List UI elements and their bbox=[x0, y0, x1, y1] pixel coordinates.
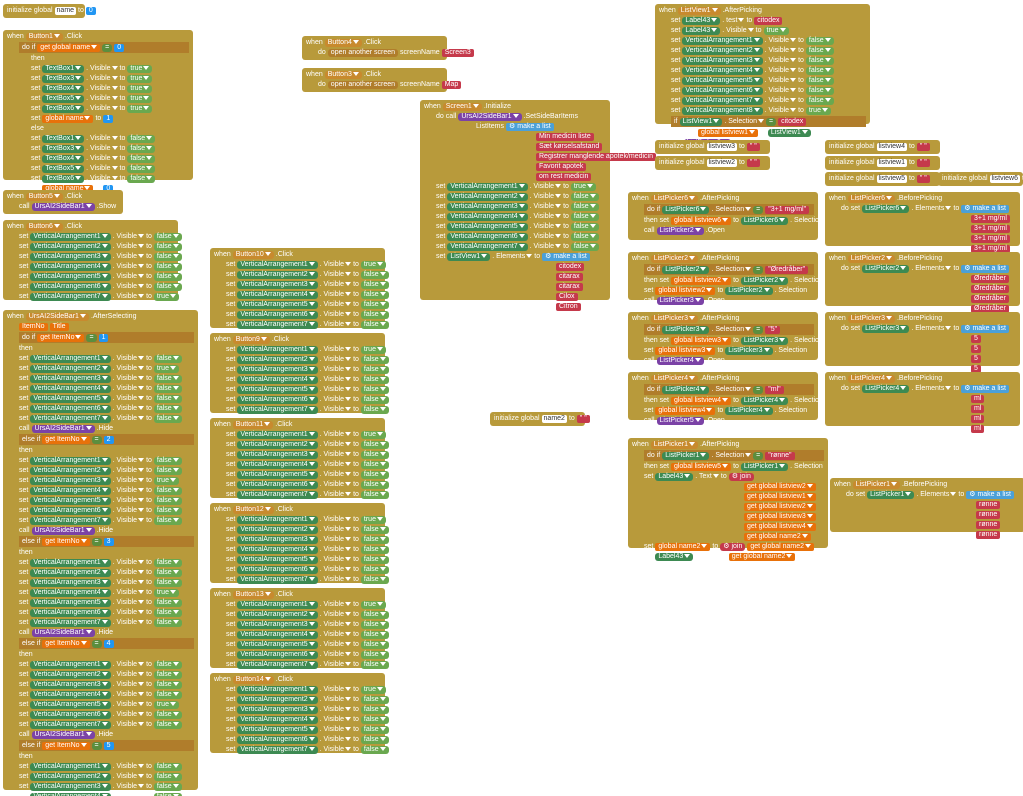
event-Button11-click: whenButton11.Click bbox=[214, 420, 381, 429]
event-ListPicker3-before[interactable]: whenListPicker3.BeforePickingdo setListP… bbox=[825, 312, 1020, 366]
event-ListPicker6-after[interactable]: whenListPicker6.AfterPickingdo ifListPic… bbox=[628, 192, 818, 240]
event-ListPicker1-before[interactable]: whenListPicker1.BeforePickingdo setListP… bbox=[830, 478, 1023, 532]
init-global-listview3: initialize globallistview3to" " bbox=[659, 142, 766, 151]
event-ListPicker2-after[interactable]: whenListPicker2.AfterPickingdo ifListPic… bbox=[628, 252, 818, 300]
event-button6-click: whenButton6.Click bbox=[7, 222, 174, 231]
event-Button14-click: whenButton14.Click bbox=[214, 675, 381, 684]
init-global-listview6: initialize globallistview6to" " bbox=[942, 174, 1019, 183]
event-button3-click: whenButton3.Click bbox=[306, 70, 443, 79]
event-Button13-click: whenButton13.Click bbox=[214, 590, 381, 599]
init-global-listview2: initialize globallistview2to" " bbox=[659, 158, 766, 167]
event-listview1-after: whenListView1.AfterPicking bbox=[659, 6, 866, 15]
event-ListPicker3-after[interactable]: whenListPicker3.AfterPickingdo ifListPic… bbox=[628, 312, 818, 360]
event-ListPicker4-after[interactable]: whenListPicker4.AfterPickingdo ifListPic… bbox=[628, 372, 818, 420]
init-global-name: initialize globalnameto0 bbox=[7, 6, 81, 15]
event-button5-click: whenButton5.Click bbox=[7, 192, 119, 201]
event-ListPicker2-before[interactable]: whenListPicker2.BeforePickingdo setListP… bbox=[825, 252, 1020, 306]
init-global-name2: initialize globalname2to" " bbox=[494, 414, 581, 423]
init-global-listview5: initialize globallistview5to" " bbox=[829, 174, 936, 183]
event-Button12-click: whenButton12.Click bbox=[214, 505, 381, 514]
event-Button9-click: whenButton9.Click bbox=[214, 335, 381, 344]
event-Button10-click: whenButton10.Click bbox=[214, 250, 381, 259]
init-global-listview1: initialize globallistview1to" " bbox=[829, 158, 936, 167]
event-button1-click: whenButton1.Click bbox=[7, 32, 189, 41]
event-lp1-after: whenListPicker1.AfterPicking bbox=[632, 440, 824, 449]
event-button4-click: whenButton4.Click bbox=[306, 38, 443, 47]
event-screen1-init: whenScreen1.Initialize bbox=[424, 102, 606, 111]
event-sidebar-afterselecting: whenUrsAI2SideBar1.AfterSelecting bbox=[7, 312, 194, 321]
event-ListPicker6-before[interactable]: whenListPicker6.BeforePickingdo setListP… bbox=[825, 192, 1020, 246]
event-ListPicker4-before[interactable]: whenListPicker4.BeforePickingdo setListP… bbox=[825, 372, 1020, 426]
init-global-listview4: initialize globallistview4to" " bbox=[829, 142, 936, 151]
